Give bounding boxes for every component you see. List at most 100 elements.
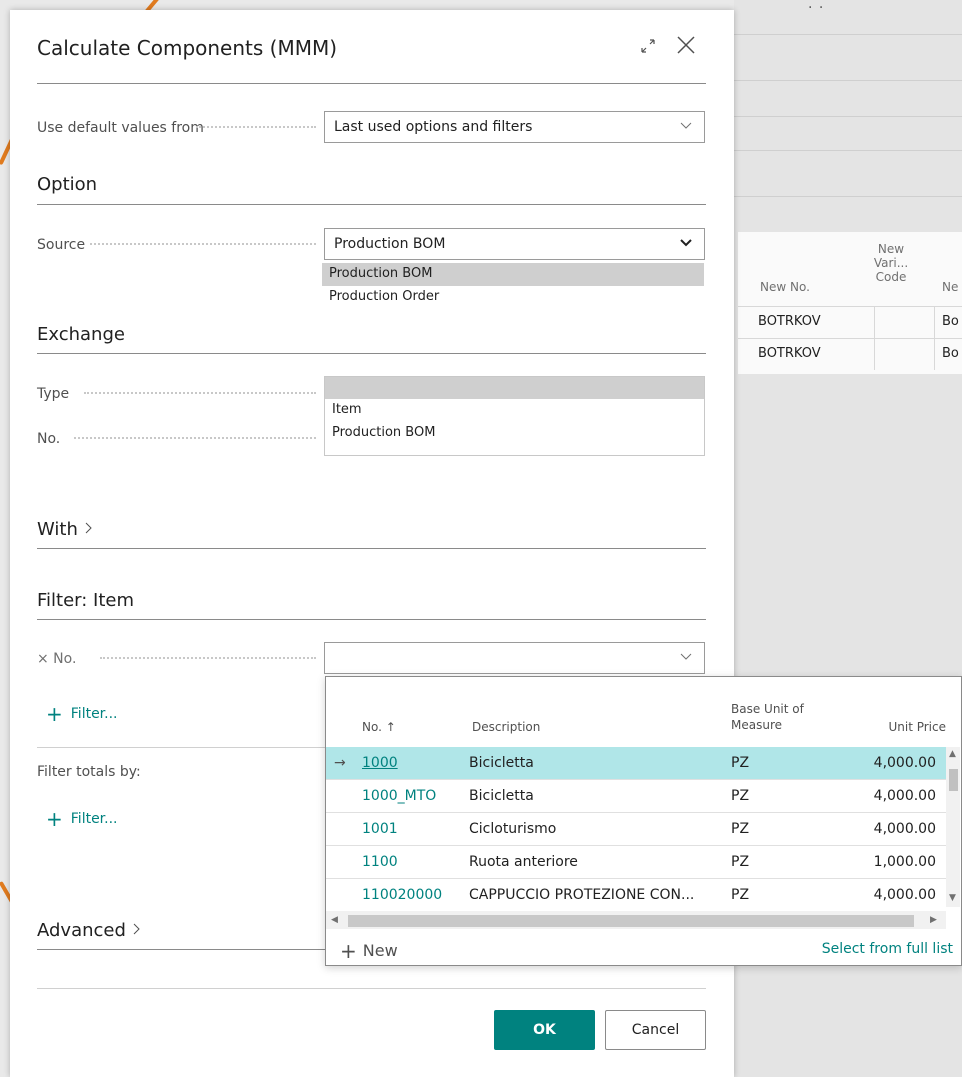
scroll-up-icon[interactable]: ▲ xyxy=(949,749,956,759)
filter-no-label[interactable]: × No. xyxy=(37,651,76,667)
source-option[interactable]: Production BOM xyxy=(322,263,704,286)
table-row[interactable]: 1100 Ruota anteriore PZ 1,000.00 xyxy=(326,846,946,878)
scroll-thumb[interactable] xyxy=(949,769,958,791)
label-leader xyxy=(100,657,316,659)
source-options-list: Production BOM Production Order xyxy=(322,263,704,309)
advanced-header-label: Advanced xyxy=(37,920,126,941)
with-section-header[interactable]: With xyxy=(37,519,94,540)
option-section-header: Option xyxy=(37,174,98,195)
lookup-no-cell[interactable]: 1100 xyxy=(362,854,398,870)
row-arrow-icon: → xyxy=(334,755,346,771)
section-divider xyxy=(37,353,706,354)
footer-divider xyxy=(37,988,706,989)
plus-icon: + xyxy=(46,807,63,831)
table-row[interactable]: BOTRKOV Bo xyxy=(738,306,962,338)
bg-col-new-variant: New Vari... Code xyxy=(873,242,909,284)
advanced-section-header[interactable]: Advanced xyxy=(37,920,142,941)
with-header-label: With xyxy=(37,519,78,540)
plus-icon: + xyxy=(46,702,63,726)
section-divider xyxy=(37,548,706,549)
scroll-thumb[interactable] xyxy=(348,915,914,927)
bg-divider xyxy=(734,150,962,151)
lookup-uom-cell: PZ xyxy=(731,788,750,804)
bg-col-next: Ne xyxy=(942,280,959,294)
default-values-select[interactable]: Last used options and filters xyxy=(324,111,705,143)
lookup-uom-cell: PZ xyxy=(731,887,750,903)
filter-item-section-header: Filter: Item xyxy=(37,590,135,611)
new-button-label: New xyxy=(362,941,398,960)
table-row[interactable]: 1000_MTO Bicicletta PZ 4,000.00 xyxy=(326,780,946,812)
label-leader xyxy=(74,437,316,439)
type-options-list[interactable]: Item Production BOM xyxy=(324,376,705,456)
label-leader xyxy=(196,126,316,128)
vertical-scrollbar[interactable]: ▲ ▼ xyxy=(946,747,960,907)
lookup-price-cell: 4,000.00 xyxy=(873,821,936,837)
lookup-uom-cell: PZ xyxy=(731,854,750,870)
add-filter-link[interactable]: + Filter... xyxy=(46,702,118,726)
chevron-down-icon xyxy=(680,653,692,660)
ok-button[interactable]: OK xyxy=(494,1010,595,1050)
lookup-no-cell[interactable]: 1000_MTO xyxy=(362,788,436,804)
source-label: Source xyxy=(37,237,86,253)
table-row[interactable]: 1001 Cicloturismo PZ 4,000.00 xyxy=(326,813,946,845)
title-divider xyxy=(37,83,706,84)
lookup-no-cell[interactable]: 1001 xyxy=(362,821,398,837)
select-from-full-list-link[interactable]: Select from full list xyxy=(822,941,953,957)
label-leader xyxy=(90,243,316,245)
source-option[interactable]: Production Order xyxy=(322,286,704,309)
bg-column-separator xyxy=(934,306,935,370)
bg-new-no-cell: BOTRKOV xyxy=(758,314,821,329)
scroll-right-icon[interactable]: ▶ xyxy=(930,915,937,925)
section-divider xyxy=(37,619,706,620)
chevron-down-icon xyxy=(680,239,692,247)
chevron-down-icon xyxy=(680,122,692,129)
lookup-description-cell: Cicloturismo xyxy=(469,821,557,837)
add-totals-filter-label: Filter... xyxy=(70,811,118,827)
chevron-right-icon xyxy=(133,923,140,935)
source-value: Production BOM xyxy=(334,236,446,252)
bg-new-no-cell: BOTRKOV xyxy=(758,346,821,361)
bg-divider xyxy=(734,34,962,35)
scroll-down-icon[interactable]: ▼ xyxy=(949,893,956,903)
lookup-col-no[interactable]: No. ↑ xyxy=(362,719,396,735)
bg-column-separator xyxy=(874,306,875,370)
lookup-col-description[interactable]: Description xyxy=(472,719,540,735)
lookup-no-cell[interactable]: 1000 xyxy=(362,755,398,771)
horizontal-scrollbar[interactable]: ◀ ▶ xyxy=(326,911,946,929)
bg-divider xyxy=(734,80,962,81)
chevron-right-icon xyxy=(85,522,92,534)
table-row[interactable]: BOTRKOV Bo xyxy=(738,338,962,370)
cancel-button[interactable]: Cancel xyxy=(605,1010,706,1050)
lookup-price-cell: 4,000.00 xyxy=(873,755,936,771)
add-filter-label: Filter... xyxy=(70,706,118,722)
lookup-price-cell: 1,000.00 xyxy=(873,854,936,870)
section-divider xyxy=(37,204,706,205)
filter-no-input[interactable] xyxy=(324,642,705,674)
close-icon[interactable] xyxy=(674,33,698,57)
lookup-description-cell: CAPPUCCIO PROTEZIONE CON... xyxy=(469,887,695,903)
exchange-section-header: Exchange xyxy=(37,324,125,345)
bg-next-cell: Bo xyxy=(942,346,959,361)
lookup-col-uom[interactable]: Base Unit of Measure xyxy=(731,701,821,733)
bg-divider xyxy=(734,116,962,117)
default-values-value: Last used options and filters xyxy=(334,119,533,135)
new-button[interactable]: + New xyxy=(340,939,398,963)
type-option[interactable]: Production BOM xyxy=(325,422,704,445)
type-option[interactable]: Item xyxy=(325,399,704,422)
lookup-description-cell: Bicicletta xyxy=(469,788,534,804)
add-totals-filter-link[interactable]: + Filter... xyxy=(46,807,118,831)
table-row[interactable]: 110020000 CAPPUCCIO PROTEZIONE CON... PZ… xyxy=(326,879,946,911)
bg-divider xyxy=(734,196,962,197)
bg-col-new-no: New No. xyxy=(760,280,810,294)
source-select[interactable]: Production BOM xyxy=(324,228,705,260)
lookup-description-cell: Ruota anteriore xyxy=(469,854,578,870)
lookup-no-cell[interactable]: 110020000 xyxy=(362,887,442,903)
plus-icon: + xyxy=(340,939,357,963)
bg-next-cell: Bo xyxy=(942,314,959,329)
dialog-title: Calculate Components (MMM) xyxy=(37,36,338,60)
type-option[interactable] xyxy=(325,377,704,399)
table-row[interactable]: → 1000 Bicicletta PZ 4,000.00 xyxy=(326,747,946,779)
lookup-col-unit-price[interactable]: Unit Price xyxy=(856,719,946,735)
scroll-left-icon[interactable]: ◀ xyxy=(331,915,338,925)
expand-icon[interactable] xyxy=(638,36,658,56)
